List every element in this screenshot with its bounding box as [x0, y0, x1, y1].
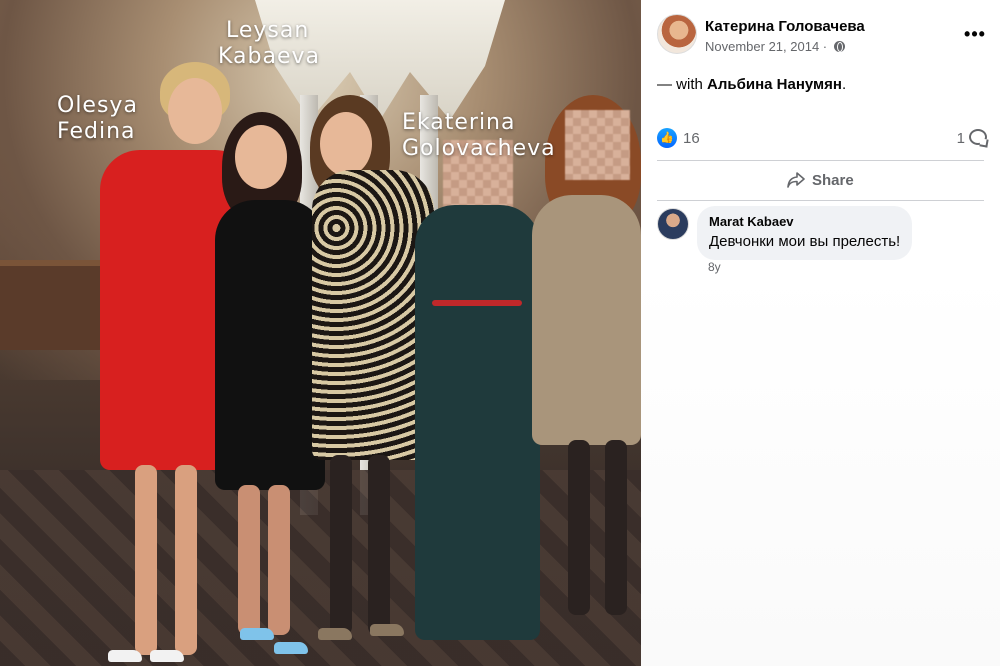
blurred-face [565, 110, 630, 180]
share-button[interactable]: Share [657, 164, 984, 196]
person-teal-dress [415, 205, 540, 640]
person-shoe [318, 628, 352, 640]
person-leg [568, 440, 590, 615]
post-date[interactable]: November 21, 2014 [705, 39, 819, 54]
post-meta: November 21, 2014 · [705, 39, 845, 54]
post-panel: Катерина Головачева November 21, 2014 · … [641, 0, 1000, 666]
person-leg [605, 440, 627, 615]
share-label: Share [812, 172, 854, 189]
person-leg [268, 485, 290, 635]
comment-bubble-icon[interactable] [969, 129, 987, 145]
person-head [235, 125, 287, 189]
person-shoe [370, 624, 404, 636]
person-shoe [108, 650, 142, 662]
person-shoe [150, 650, 184, 662]
globe-icon[interactable] [833, 41, 845, 52]
label-line: Olesya [57, 93, 138, 118]
red-belt [432, 300, 522, 306]
person-head [320, 112, 372, 176]
label-line: Kabaeva [218, 44, 321, 69]
comment-bubble: Marat Kabaev Девчонки мои вы прелесть! [697, 206, 913, 260]
person-leg [175, 465, 197, 655]
comment-count[interactable]: 1 [957, 130, 965, 147]
share-arrow-icon [787, 172, 805, 188]
comment-text: Девчонки мои вы прелесть! [709, 233, 901, 250]
person-black-dress [215, 200, 325, 490]
divider [657, 200, 984, 201]
author-avatar[interactable] [657, 14, 697, 54]
like-reaction-icon[interactable]: 👍 [657, 128, 677, 148]
person-head [168, 78, 222, 144]
label-line: Leysan [226, 18, 310, 43]
label-line: Fedina [57, 119, 136, 144]
person-leg [135, 465, 157, 655]
commenter-name[interactable]: Marat Kabaev [709, 214, 900, 230]
label-line: Ekaterina [402, 110, 516, 135]
comment-age[interactable]: 8y [708, 260, 721, 274]
person-beige-dress [532, 195, 641, 445]
person-leg [330, 455, 352, 635]
commenter-avatar[interactable] [657, 208, 689, 240]
photo-label-ekaterina: Ekaterina Golovacheva [402, 110, 556, 162]
meta-separator: · [819, 39, 831, 54]
person-leg [368, 455, 390, 635]
like-count[interactable]: 16 [683, 130, 700, 147]
with-suffix: . [841, 76, 847, 93]
reactions-bar: 👍 16 1 [657, 127, 987, 151]
divider [657, 160, 984, 161]
post-photo[interactable]: Olesya Fedina Leysan Kabaeva Ekaterina G… [0, 0, 641, 666]
photo-label-olesya: Olesya Fedina [57, 93, 138, 145]
person-leg [238, 485, 260, 635]
tagged-with-line: — with Альбина Нанумян. [657, 76, 846, 93]
photo-label-leysan: Leysan Kabaeva [218, 18, 320, 70]
with-prefix: — with [657, 76, 708, 93]
person-shoe [240, 628, 274, 640]
author-name[interactable]: Катерина Головачева [705, 18, 865, 35]
tagged-person-link[interactable]: Альбина Нанумян [707, 76, 842, 93]
post-header: Катерина Головачева November 21, 2014 · … [657, 14, 987, 58]
more-options-icon[interactable]: ••• [963, 22, 987, 46]
person-shoe [274, 642, 308, 654]
label-line: Golovacheva [402, 136, 556, 161]
